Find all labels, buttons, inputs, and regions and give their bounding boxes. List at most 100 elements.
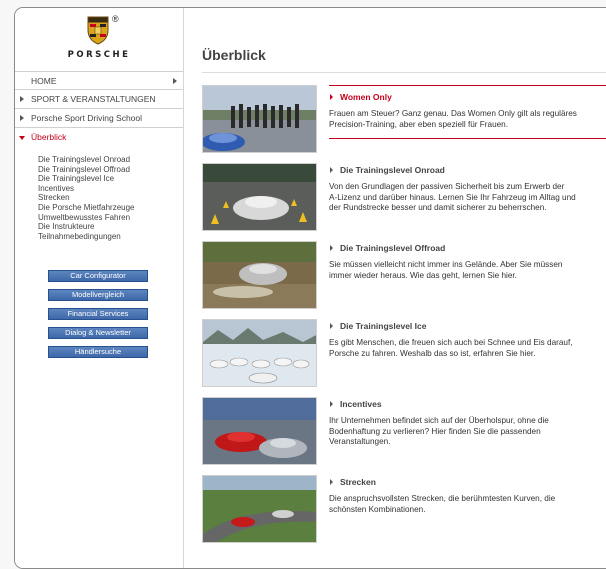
teaser-women-only: Women Only Frauen am Steuer? Ganz genau.… [202, 85, 606, 153]
teaser-image[interactable] [202, 85, 317, 153]
track-photo-icon [203, 476, 316, 542]
teaser-line: Frauen am Steuer? Ganz genau. Das Women … [329, 109, 577, 118]
teaser-offroad: Die Trainingslevel Offroad Sie müssen vi… [202, 241, 606, 309]
teaser-title-link[interactable]: Strecken [329, 475, 606, 489]
arrow-right-icon [330, 401, 333, 407]
subnav-link-offroad[interactable]: Die Trainingslevel Offroad [38, 165, 178, 175]
sidebar: ® PORSCHE HOME SPORT & VERANSTALTUNGEN P… [15, 8, 184, 568]
teaser-onroad: Die Trainingslevel Onroad Von den Grundl… [202, 163, 606, 231]
teaser-text: Die Trainingslevel Offroad Sie müssen vi… [329, 241, 606, 281]
logo[interactable]: ® PORSCHE [15, 8, 183, 68]
teaser-body: Die anspruchsvollsten Strecken, die berü… [329, 494, 606, 515]
teaser-image[interactable] [202, 397, 317, 465]
teaser-line: Bodenhaftung zu verlieren? Hier finden S… [329, 426, 541, 436]
subnav-link-onroad[interactable]: Die Trainingslevel Onroad [38, 155, 178, 165]
teaser-ice: Die Trainingslevel Ice Es gibt Menschen,… [202, 319, 606, 387]
porsche-crest-icon [87, 16, 109, 45]
teaser-image[interactable] [202, 241, 317, 309]
teaser-text: Incentives Ihr Unternehmen befindet sich… [329, 397, 606, 448]
teaser-line: Veranstaltungen. [329, 437, 391, 446]
teaser-incentives: Incentives Ihr Unternehmen befindet sich… [202, 397, 606, 465]
teaser-text: Women Only Frauen am Steuer? Ganz genau.… [329, 85, 606, 139]
teaser-title-link[interactable]: Die Trainingslevel Ice [329, 319, 606, 333]
subnav-link-umwelt[interactable]: Umweltbewusstes Fahren [38, 213, 178, 223]
nav-item-label: Porsche Sport Driving School [31, 113, 143, 123]
car-configurator-button[interactable]: Car Configurator [48, 270, 148, 282]
nav-item-label: HOME [31, 76, 57, 86]
teaser-line: immer wieder heraus. Wie das geht, lerne… [329, 270, 517, 280]
teaser-body: Von den Grundlagen der passiven Sicherhe… [329, 182, 606, 214]
arrow-right-icon [330, 323, 333, 329]
teaser-title-link[interactable]: Women Only [329, 90, 606, 104]
divider [202, 72, 606, 73]
arrow-right-icon [330, 479, 333, 485]
main-nav: HOME SPORT & VERANSTALTUNGEN Porsche Spo… [15, 71, 183, 147]
offroad-water-photo-icon [203, 242, 316, 308]
teaser-title-link[interactable]: Die Trainingslevel Offroad [329, 241, 606, 255]
teaser-title-link[interactable]: Die Trainingslevel Onroad [329, 163, 606, 177]
page-frame: ® PORSCHE HOME SPORT & VERANSTALTUNGEN P… [14, 7, 606, 569]
teaser-body: Frauen am Steuer? Ganz genau. Das Women … [329, 109, 606, 130]
teaser-body: Es gibt Menschen, die freuen sich auch b… [329, 338, 606, 359]
porsche-wordmark: PORSCHE [67, 50, 131, 60]
teaser-line: Porsche zu fahren. Weshalb das so ist, e… [329, 348, 536, 358]
subnav-link-ice[interactable]: Die Trainingslevel Ice [38, 174, 178, 184]
arrow-right-icon [20, 115, 24, 121]
arrow-right-icon [330, 245, 333, 251]
teaser-line: Ihr Unternehmen befindet sich auf der Üb… [329, 416, 549, 425]
women-group-photo-icon [203, 86, 316, 152]
teaser-line: A-Lizenz und darüber hinaus. Lernen Sie … [329, 192, 576, 202]
service-buttons: Car Configurator Modellvergleich Financi… [48, 270, 148, 365]
ice-cars-photo-icon [203, 320, 316, 386]
haendlersuche-button[interactable]: Händlersuche [48, 346, 148, 358]
main-content: Überblick Women Only Frauen am Steuer? G… [184, 8, 606, 568]
teaser-text: Die Trainingslevel Ice Es gibt Menschen,… [329, 319, 606, 359]
teaser-line: Von den Grundlagen der passiven Sicherhe… [329, 182, 565, 191]
nav-item-label: Überblick [31, 132, 67, 142]
arrow-right-icon [330, 94, 333, 100]
teaser-image[interactable] [202, 163, 317, 231]
incentives-cars-photo-icon [203, 398, 316, 464]
dialog-newsletter-button[interactable]: Dialog & Newsletter [48, 327, 148, 339]
teaser-strecken: Strecken Die anspruchsvollsten Strecken,… [202, 475, 606, 543]
nav-item-ueberblick[interactable]: Überblick [15, 128, 183, 147]
subnav-link-teilnahmebedingungen[interactable]: Teilnahmebedingungen [38, 232, 178, 242]
teaser-line: schönsten Kombinationen. [329, 504, 426, 514]
nav-item-sport-veranstaltungen[interactable]: SPORT & VERANSTALTUNGEN [15, 90, 183, 109]
teaser-image[interactable] [202, 319, 317, 387]
subnav-link-instrukteure[interactable]: Die Instrukteure [38, 222, 178, 232]
teaser-title: Women Only [340, 92, 392, 102]
sub-nav: Die Trainingslevel Onroad Die Trainingsl… [38, 155, 178, 241]
teaser-image[interactable] [202, 475, 317, 543]
teaser-body: Ihr Unternehmen befindet sich auf der Üb… [329, 416, 606, 448]
arrow-right-icon [330, 167, 333, 173]
teaser-title: Die Trainingslevel Offroad [340, 243, 446, 253]
teaser-title-link[interactable]: Incentives [329, 397, 606, 411]
teaser-text: Die Trainingslevel Onroad Von den Grundl… [329, 163, 606, 214]
teaser-title: Die Trainingslevel Onroad [340, 165, 445, 175]
teaser-line: der Rundstrecke besser und damit sichere… [329, 203, 547, 212]
onroad-cones-photo-icon [203, 164, 316, 230]
subnav-link-strecken[interactable]: Strecken [38, 193, 178, 203]
nav-item-sport-driving-school[interactable]: Porsche Sport Driving School [15, 109, 183, 128]
arrow-down-icon [19, 136, 25, 140]
financial-services-button[interactable]: Financial Services [48, 308, 148, 320]
registered-mark: ® [112, 14, 119, 24]
arrow-right-icon [173, 78, 177, 84]
teaser-title: Die Trainingslevel Ice [340, 321, 427, 331]
page-title: Überblick [202, 47, 266, 63]
teaser-title: Incentives [340, 399, 382, 409]
teaser-title: Strecken [340, 477, 376, 487]
teaser-line: Precision-Training, aber eben speziell f… [329, 119, 509, 129]
subnav-link-incentives[interactable]: Incentives [38, 184, 178, 194]
teaser-body: Sie müssen vielleicht nicht immer ins Ge… [329, 260, 606, 281]
nav-item-label: SPORT & VERANSTALTUNGEN [31, 94, 156, 104]
subnav-link-mietfahrzeuge[interactable]: Die Porsche Mietfahrzeuge [38, 203, 178, 213]
teaser-line: Die anspruchsvollsten Strecken, die berü… [329, 494, 556, 503]
nav-item-home[interactable]: HOME [15, 71, 183, 90]
modellvergleich-button[interactable]: Modellvergleich [48, 289, 148, 301]
arrow-right-icon [20, 96, 24, 102]
teaser-text: Strecken Die anspruchsvollsten Strecken,… [329, 475, 606, 515]
teaser-line: Sie müssen vielleicht nicht immer ins Ge… [329, 260, 563, 269]
teaser-line: Es gibt Menschen, die freuen sich auch b… [329, 338, 573, 347]
